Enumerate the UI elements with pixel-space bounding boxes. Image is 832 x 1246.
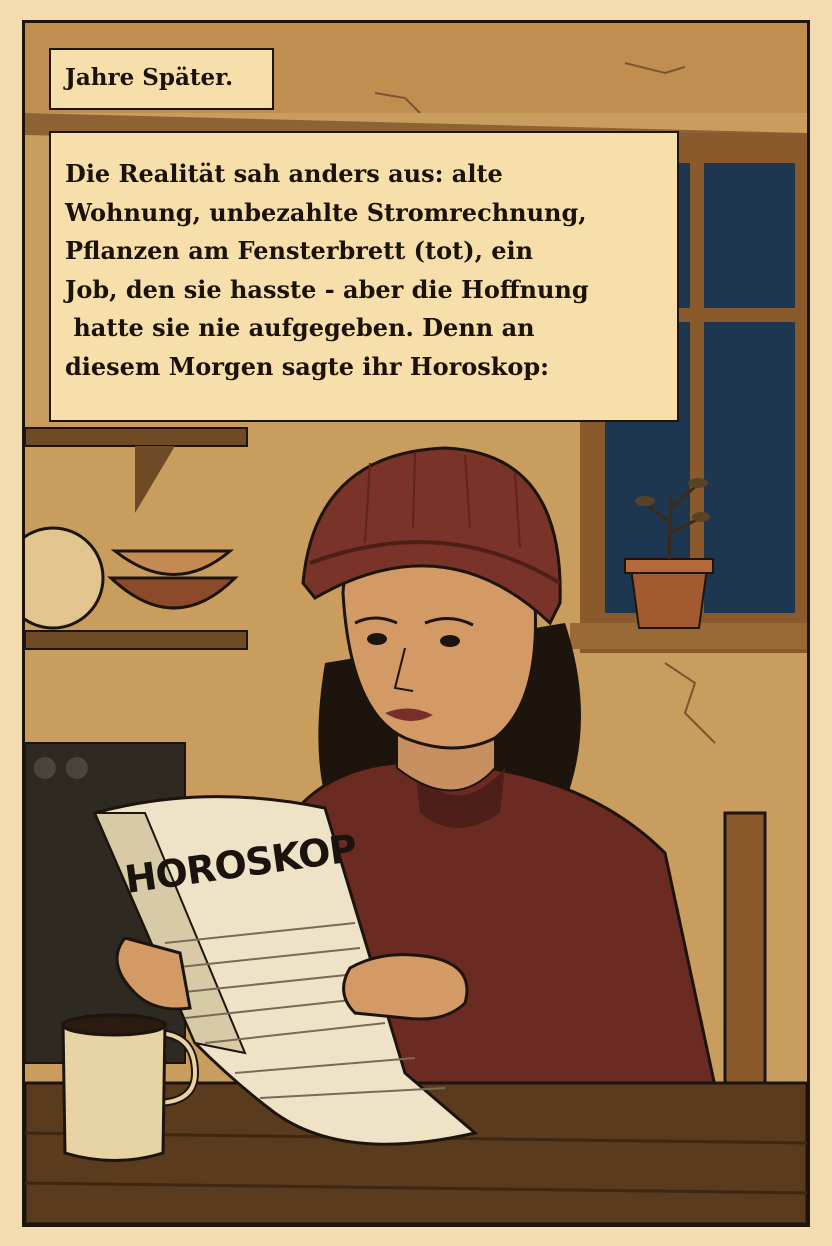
chair — [723, 811, 767, 1115]
caption-time-jump: Jahre Später. — [49, 48, 274, 110]
narration-line: Die Realität sah anders aus: alte — [65, 159, 503, 188]
comic-page: HOROSKOP Jahre Später. Die Realität sah … — [0, 0, 832, 1246]
narration-line: Pflanzen am Fensterbrett (tot), ein — [65, 236, 534, 265]
narration-line: Wohnung, unbezahlte Stromrechnung, — [65, 197, 587, 227]
narration-line: hatte sie nie aufgegeben. Denn an — [65, 313, 535, 342]
caption-narration: Die Realität sah anders aus: alte Wohnun… — [49, 131, 679, 422]
right-hand — [342, 953, 469, 1021]
narration-line: Job, den sie hasste - aber die Hoffnung — [65, 274, 589, 304]
narration-line: diesem Morgen sagte ihr Horoskop: — [65, 351, 550, 381]
comic-panel: HOROSKOP Jahre Später. Die Realität sah … — [22, 20, 810, 1227]
